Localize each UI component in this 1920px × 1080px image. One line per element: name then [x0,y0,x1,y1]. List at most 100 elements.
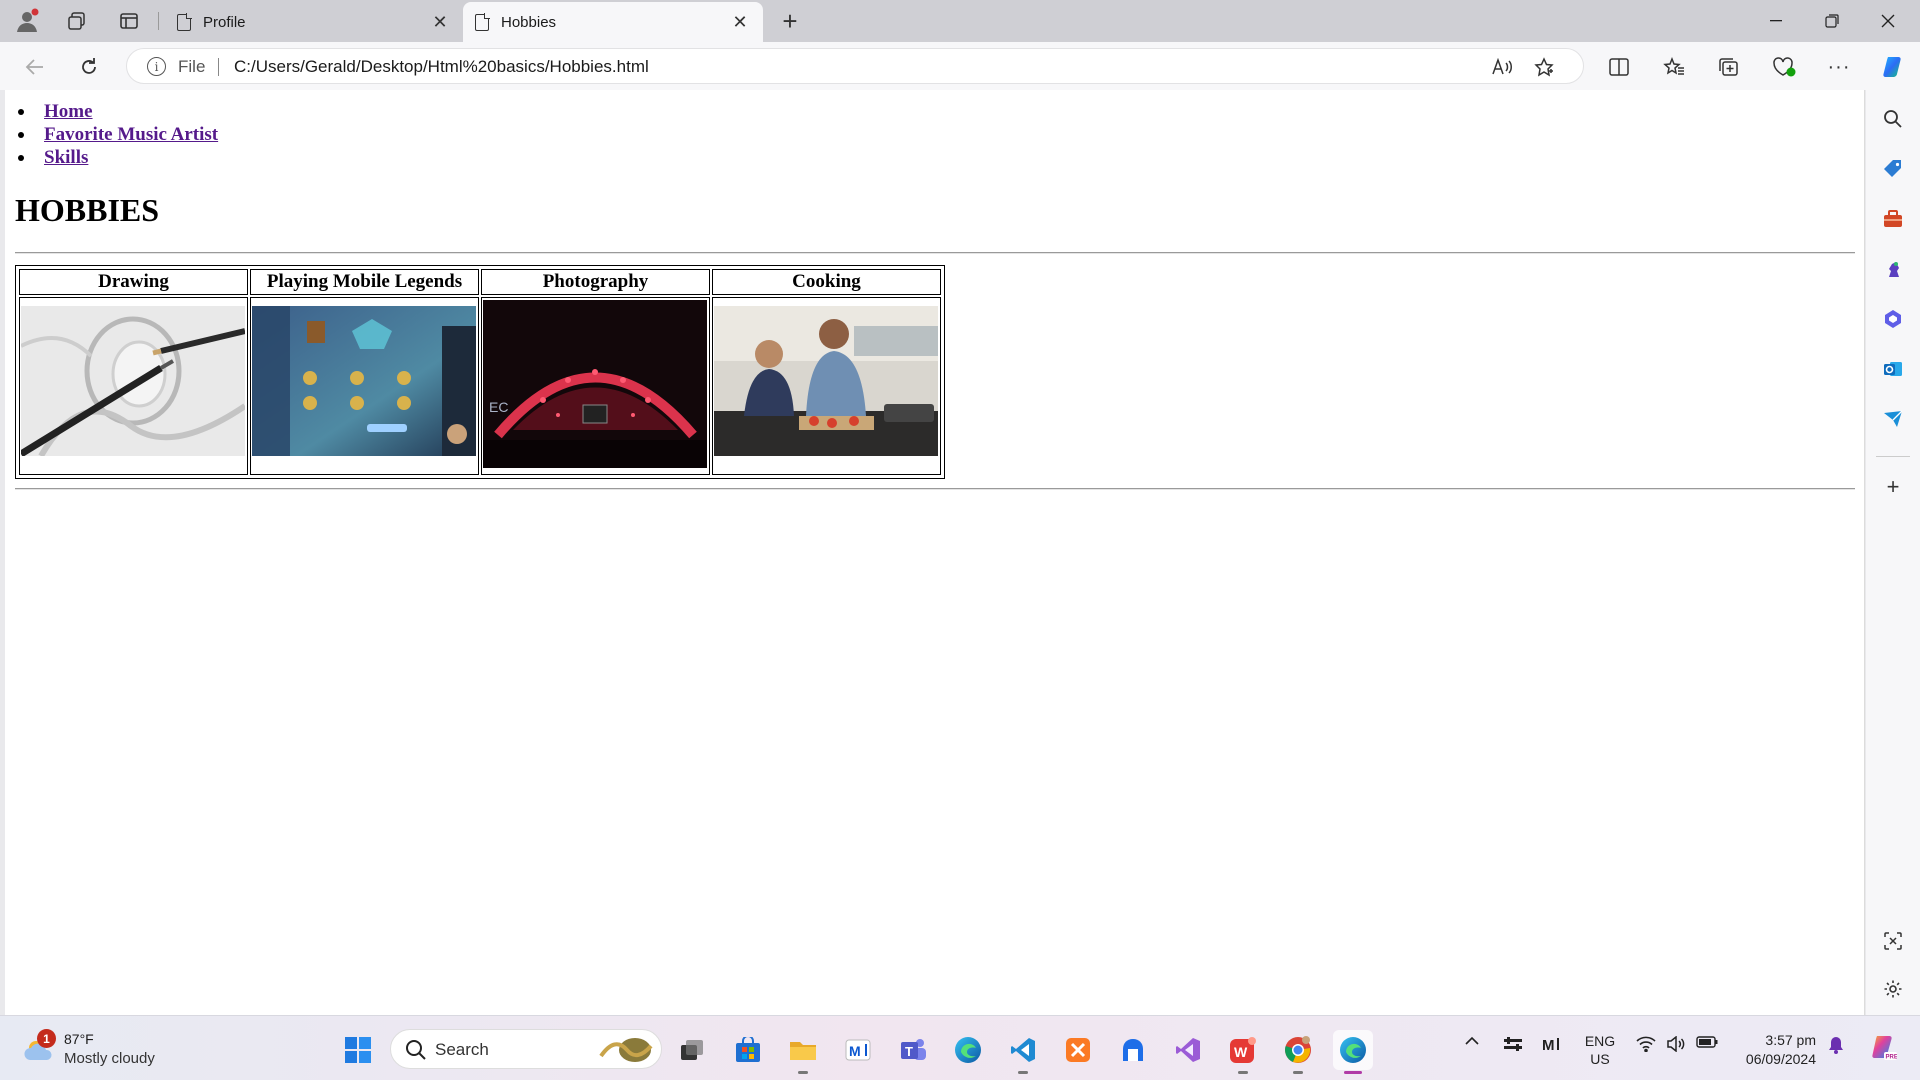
page-icon [177,13,192,31]
language-indicator[interactable]: ENG US [1584,1032,1616,1068]
web-page: Home Favorite Music Artist Skills HOBBIE… [5,90,1865,1015]
shopping-tag-icon[interactable] [1880,156,1906,182]
running-indicator [1238,1071,1248,1074]
search-icon[interactable] [1880,106,1906,132]
hobbies-table: Drawing Playing Mobile Legends Photograp… [15,265,945,479]
workspaces-icon[interactable] [62,6,92,36]
new-tab-button[interactable]: + [775,6,805,36]
battery-icon[interactable] [1695,1036,1719,1048]
url-text[interactable]: C:/Users/Gerald/Desktop/Html%20basics/Ho… [234,57,649,77]
cell-photography: EC [481,297,710,475]
close-tab-icon[interactable]: ✕ [729,11,751,33]
close-window-button[interactable] [1860,0,1916,42]
clock-time: 3:57 pm [1765,1032,1816,1048]
add-sidebar-app-icon[interactable]: + [1880,474,1906,500]
cell-drawing [19,297,248,475]
tab-strip: Profile ✕ Hobbies ✕ + [0,0,1920,42]
tab-title: Profile [203,13,246,31]
wifi-icon[interactable] [1635,1036,1657,1052]
collections-icon[interactable] [1712,50,1746,84]
taskbar-search[interactable]: Search [390,1029,662,1069]
skills-link[interactable]: Skills [44,146,88,169]
tab-title: Hobbies [501,13,557,31]
running-indicator [1293,1071,1303,1074]
xampp-icon[interactable] [1058,1030,1098,1070]
search-label: Search [435,1040,489,1059]
notification-bell-icon[interactable] [1825,1036,1847,1054]
favorite-star-icon[interactable] [1531,56,1557,78]
cooking-image [714,306,938,456]
tools-briefcase-icon[interactable] [1880,206,1906,232]
search-highlight-icon [599,1038,653,1062]
address-divider [218,58,219,76]
refresh-button[interactable] [72,50,106,84]
sidebar-divider [1876,456,1910,457]
horizontal-rule [15,252,1855,254]
favorites-icon[interactable] [1657,50,1691,84]
system-clock[interactable]: 3:57 pm 06/09/2024 [1734,1031,1816,1069]
header-mobile-legends: Playing Mobile Legends [250,269,479,295]
vertical-tabs-icon[interactable] [114,6,144,36]
browser-essentials-icon[interactable] [1767,50,1801,84]
search-icon [406,1040,426,1060]
nav-item-music: Favorite Music Artist [15,123,218,146]
clock-date: 06/09/2024 [1745,1051,1816,1067]
sidebar-settings-icon[interactable] [1880,976,1906,1002]
tab-profile[interactable]: Profile ✕ [165,2,463,42]
tab-hobbies[interactable]: Hobbies ✕ [463,2,763,42]
vscode-icon[interactable] [1003,1030,1043,1074]
teams-icon[interactable]: T [893,1030,933,1070]
chrome-icon[interactable] [1278,1030,1318,1074]
cell-mobile-legends [250,297,479,475]
site-info-icon[interactable]: i [147,57,166,76]
bullet [18,154,24,161]
show-hidden-icons-chevron-icon[interactable] [1462,1036,1482,1045]
restore-button[interactable] [1804,0,1860,42]
drop-send-icon[interactable] [1880,406,1906,432]
microsoft-365-icon[interactable] [1880,306,1906,332]
svg-text:M: M [1542,1037,1555,1052]
header-cooking: Cooking [712,269,941,295]
read-aloud-icon[interactable] [1489,56,1515,78]
visual-studio-icon[interactable] [1168,1030,1208,1070]
split-screen-icon[interactable] [1602,50,1636,84]
screenshot-icon[interactable] [1880,928,1906,954]
copilot-taskbar-icon[interactable]: PRE [1866,1032,1898,1062]
pinned-app-icon[interactable] [1113,1030,1153,1070]
minimize-button[interactable] [1748,0,1804,42]
favorite-music-artist-link[interactable]: Favorite Music Artist [44,123,218,146]
nav-item-skills: Skills [15,146,218,169]
settings-and-more-icon[interactable]: ··· [1822,50,1856,84]
gmail-app-icon[interactable]: M [838,1030,878,1070]
edge-active-window-icon[interactable] [1333,1030,1373,1074]
wps-office-icon[interactable]: W [1223,1030,1263,1074]
bullet [18,108,24,115]
volume-icon[interactable] [1665,1036,1687,1052]
tray-app-icon[interactable] [1502,1036,1524,1052]
page-icon [475,13,490,31]
svg-text:EC: EC [489,399,508,415]
horizontal-rule [15,488,1855,490]
page-title: HOBBIES [15,192,160,228]
file-explorer-icon[interactable] [783,1030,823,1074]
close-tab-icon[interactable]: ✕ [429,11,451,33]
edge-icon[interactable] [948,1030,988,1070]
region-code: US [1590,1051,1610,1067]
tray-gmail-icon[interactable]: M [1541,1036,1563,1052]
weather-alert-badge: 1 [37,1029,56,1048]
profile-avatar-icon[interactable] [12,6,42,36]
cell-cooking [712,297,941,475]
back-button[interactable] [18,50,52,84]
edge-sidebar: + [1866,90,1920,1015]
home-link[interactable]: Home [44,100,93,123]
microsoft-store-icon[interactable] [728,1030,768,1070]
start-button[interactable] [338,1030,378,1070]
task-view-icon[interactable] [672,1030,712,1070]
outlook-icon[interactable] [1880,356,1906,382]
weather-temperature[interactable]: 87°F [64,1031,94,1047]
address-bar[interactable]: i File C:/Users/Gerald/Desktop/Html%20ba… [126,48,1584,84]
copilot-icon[interactable] [1876,50,1910,84]
games-icon[interactable] [1880,256,1906,282]
weather-description[interactable]: Mostly cloudy [64,1050,155,1067]
svg-text:T: T [905,1044,913,1059]
